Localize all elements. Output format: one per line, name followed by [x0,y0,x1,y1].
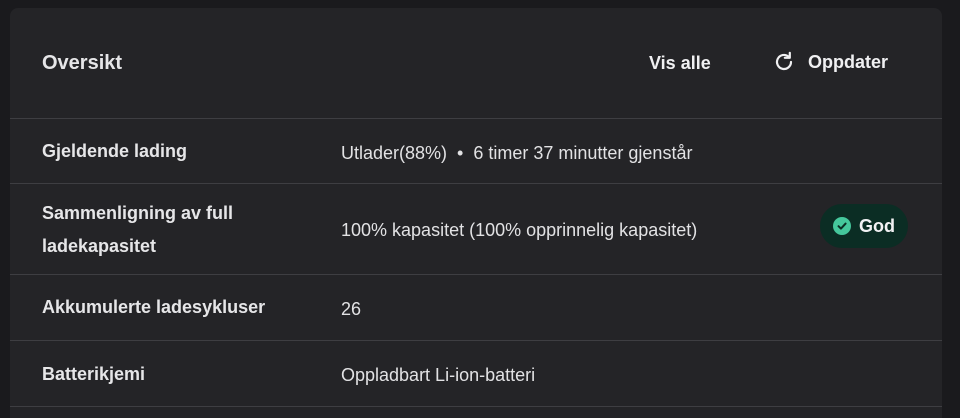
row-value: 26 [341,299,362,319]
row-label: Gjeldende lading [42,141,188,161]
view-all-button[interactable]: Vis alle [649,53,711,74]
row-battery-chemistry: Batterikjemi Oppladbart Li-ion-batteri [10,341,942,407]
row-label-line: ladekapasitet [42,236,157,256]
row-capacity-comparison: Sammenligning av full ladekapasitet 100%… [10,184,942,275]
row-current-charge: Gjeldende lading Utlader(88%) • 6 timer 37… [10,119,942,184]
check-circle-icon [833,217,851,235]
row-label: Akkumulerte ladesykluser [42,297,266,317]
refresh-icon [772,50,796,74]
row-value: 100% kapasitet (100% opprinnelig kapasit… [341,220,698,240]
card-header: Oversikt Vis alle Oppdater [10,8,942,119]
status-badge: God [820,204,908,248]
row-value: Utlader(88%) • 6 timer 37 minutter gjenstå… [341,143,692,164]
row-label-line: Sammenligning av full [42,203,234,223]
badge-label: God [859,215,895,236]
battery-overview-card: Oversikt Vis alle Oppdater Gjeldende lad… [10,8,942,418]
refresh-label: Oppdater [808,51,889,72]
separator-dot: • [457,143,464,163]
refresh-button[interactable]: Oppdater [772,50,888,74]
row-charge-cycles: Akkumulerte ladesykluser 26 [10,275,942,341]
row-label: Sammenligning av full ladekapasitet [42,197,233,263]
charge-status: Utlader(88%) [341,143,448,163]
row-value: Oppladbart Li-ion-batteri [341,365,536,385]
card-title: Oversikt [42,52,123,74]
row-label: Batterikjemi [42,364,146,384]
time-remaining: 6 timer 37 minutter gjenstår [473,143,693,163]
